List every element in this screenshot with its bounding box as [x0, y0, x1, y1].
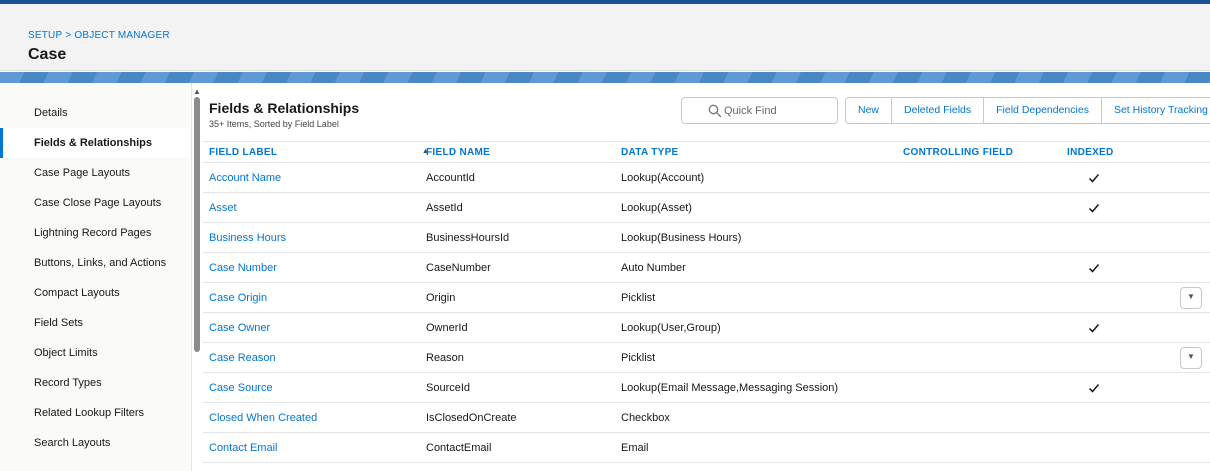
breadcrumb-separator: >: [65, 30, 72, 41]
field-label-link[interactable]: Case Source: [209, 373, 273, 403]
column-header-field-name[interactable]: FIELD NAME: [426, 147, 490, 158]
table-row: Business Hours BusinessHoursId Lookup(Busi…: [203, 223, 1210, 253]
field-name-cell: ContactEmail: [426, 442, 492, 454]
sidebar-item-details[interactable]: Details: [0, 98, 190, 128]
chevron-down-icon: ▼: [1187, 292, 1195, 301]
sidebar-item-compact-layouts[interactable]: Compact Layouts: [0, 278, 190, 308]
field-name-cell: SourceId: [426, 382, 471, 394]
table-header: FIELD LABEL ▲ FIELD NAME DATA TYPE CONTR…: [203, 141, 1210, 163]
field-label-link[interactable]: Asset: [209, 193, 237, 223]
page-title: Case: [28, 46, 67, 63]
field-name-cell: AssetId: [426, 202, 463, 214]
quick-find-box[interactable]: [681, 97, 838, 124]
data-type-cell: Email: [621, 442, 649, 454]
check-icon: [1088, 384, 1100, 393]
data-type-cell: Lookup(User,Group): [621, 322, 721, 334]
check-icon: [1088, 174, 1100, 183]
data-type-cell: Picklist: [621, 352, 656, 364]
field-dependencies-button[interactable]: Field Dependencies: [984, 97, 1102, 124]
data-type-cell: Checkbox: [621, 412, 670, 424]
new-button[interactable]: New: [845, 97, 893, 124]
field-label-link[interactable]: Business Hours: [209, 223, 286, 253]
quick-find-input[interactable]: [724, 102, 832, 120]
sidebar-item-lightning-record-pages[interactable]: Lightning Record Pages: [0, 218, 190, 248]
deleted-fields-button[interactable]: Deleted Fields: [892, 97, 985, 124]
data-type-cell: Lookup(Account): [621, 172, 705, 184]
breadcrumb: SETUP > OBJECT MANAGER: [28, 30, 170, 41]
field-label-link[interactable]: Case Origin: [209, 283, 267, 313]
action-button-group: New Deleted Fields Field Dependencies Se…: [845, 97, 1210, 124]
table-row: Case Reason Reason Picklist ▼: [203, 343, 1210, 373]
field-name-cell: AccountId: [426, 172, 475, 184]
field-name-cell: Origin: [426, 292, 456, 304]
table-row: Contact Email ContactEmail Email: [203, 433, 1210, 463]
scroll-up-arrow-icon[interactable]: ▲: [193, 87, 201, 96]
sidebar-item-record-types[interactable]: Record Types: [0, 368, 190, 398]
column-header-controlling-field[interactable]: CONTROLLING FIELD: [903, 147, 1013, 158]
sidebar-item-buttons-links-and-actions[interactable]: Buttons, Links, and Actions: [0, 248, 190, 278]
page-header: SETUP > OBJECT MANAGER Case: [0, 4, 1210, 71]
section-title: Fields & Relationships: [209, 100, 360, 116]
column-header-field-label[interactable]: FIELD LABEL: [209, 147, 277, 158]
table-row: Case Owner OwnerId Lookup(User,Group): [203, 313, 1210, 343]
decorative-banner: [0, 72, 1210, 83]
scrollbar-thumb[interactable]: [194, 97, 200, 352]
check-icon: [1088, 264, 1100, 273]
section-subtitle: 35+ Items, Sorted by Field Label: [209, 119, 339, 129]
sidebar-item-field-sets[interactable]: Field Sets: [0, 308, 190, 338]
row-actions-button[interactable]: ▼: [1180, 347, 1202, 369]
table-row: Case Source SourceId Lookup(Email Message,…: [203, 373, 1210, 403]
sidebar-item-case-close-page-layouts[interactable]: Case Close Page Layouts: [0, 188, 190, 218]
data-type-cell: Lookup(Business Hours): [621, 232, 742, 244]
sidebar-item-search-layouts[interactable]: Search Layouts: [0, 428, 190, 458]
field-label-link[interactable]: Account Name: [209, 163, 281, 193]
check-icon: [1088, 324, 1100, 333]
field-name-cell: BusinessHoursId: [426, 232, 510, 244]
table-row: Case Number CaseNumber Auto Number: [203, 253, 1210, 283]
set-history-tracking-button[interactable]: Set History Tracking: [1101, 97, 1210, 124]
data-type-cell: Lookup(Asset): [621, 202, 692, 214]
chevron-down-icon: ▼: [1187, 352, 1195, 361]
row-actions-button[interactable]: ▼: [1180, 287, 1202, 309]
field-label-link[interactable]: Case Owner: [209, 313, 270, 343]
table-row: Closed When Created IsClosedOnCreate Check…: [203, 403, 1210, 433]
table-row: Account Name AccountId Lookup(Account): [203, 163, 1210, 193]
sidebar-item-object-limits[interactable]: Object Limits: [0, 338, 190, 368]
column-header-data-type[interactable]: DATA TYPE: [621, 147, 679, 158]
breadcrumb-setup[interactable]: SETUP: [28, 30, 62, 41]
field-label-link[interactable]: Case Number: [209, 253, 277, 283]
field-label-link[interactable]: Contact Email: [209, 433, 277, 463]
check-icon: [1088, 204, 1100, 213]
sidebar-item-case-page-layouts[interactable]: Case Page Layouts: [0, 158, 190, 188]
column-header-indexed[interactable]: INDEXED: [1067, 147, 1114, 158]
sidebar-item-fields-relationships[interactable]: Fields & Relationships: [0, 128, 190, 158]
field-name-cell: IsClosedOnCreate: [426, 412, 517, 424]
search-icon: [708, 104, 722, 118]
breadcrumb-object-manager[interactable]: OBJECT MANAGER: [74, 30, 169, 41]
main-content: Fields & Relationships 35+ Items, Sorted…: [203, 83, 1210, 471]
table-row: Asset AssetId Lookup(Asset): [203, 193, 1210, 223]
sidebar-nav: Details Fields & Relationships Case Page L…: [0, 83, 192, 471]
sidebar-item-related-lookup-filters[interactable]: Related Lookup Filters: [0, 398, 190, 428]
data-type-cell: Auto Number: [621, 262, 686, 274]
data-type-cell: Picklist: [621, 292, 656, 304]
field-label-link[interactable]: Case Reason: [209, 343, 276, 373]
data-type-cell: Lookup(Email Message,Messaging Session): [621, 382, 839, 394]
table-row: Case Origin Origin Picklist ▼: [203, 283, 1210, 313]
field-name-cell: Reason: [426, 352, 464, 364]
field-name-cell: OwnerId: [426, 322, 468, 334]
field-label-link[interactable]: Closed When Created: [209, 403, 317, 433]
field-name-cell: CaseNumber: [426, 262, 491, 274]
